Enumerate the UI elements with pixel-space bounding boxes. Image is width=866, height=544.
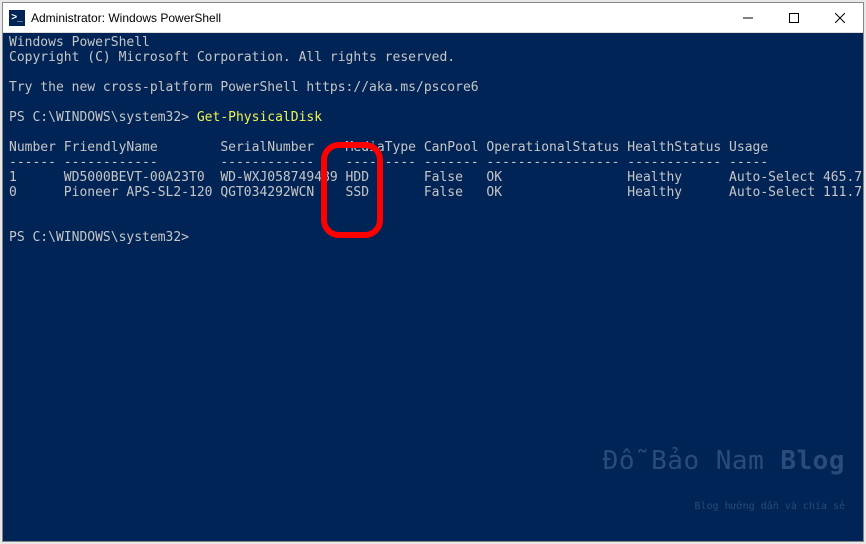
intro-line-1: Windows PowerShell [9, 35, 150, 50]
close-icon [835, 13, 845, 23]
maximize-button[interactable] [771, 3, 817, 33]
terminal-area[interactable]: Windows PowerShell Copyright (C) Microso… [3, 33, 863, 541]
powershell-window: >_ Administrator: Windows PowerShell Win… [2, 2, 864, 542]
close-button[interactable] [817, 3, 863, 33]
prompt-1-command: Get-PhysicalDisk [197, 110, 322, 125]
titlebar[interactable]: >_ Administrator: Windows PowerShell [3, 3, 863, 33]
window-title: Administrator: Windows PowerShell [31, 11, 725, 25]
watermark: Đỗ Bảo Nam Blog Blog hướng dẫn và chia s… [603, 424, 845, 529]
minimize-icon [743, 13, 753, 23]
table-row: 1 WD5000BEVT-00A23T0 WD-WXJ058749489 HDD… [9, 170, 863, 185]
prompt-1-path: PS C:\WINDOWS\system32> [9, 110, 197, 125]
watermark-text-a: Đỗ Bảo Nam [603, 446, 781, 476]
table-divider: ------ ------------ ------------ -------… [9, 155, 863, 170]
watermark-subtext: Blog hướng dẫn và chia sẻ [603, 499, 845, 514]
table-row: 0 Pioneer APS-SL2-120 QGT034292WCN SSD F… [9, 185, 863, 200]
table-header: Number FriendlyName SerialNumber MediaTy… [9, 140, 863, 155]
maximize-icon [789, 13, 799, 23]
intro-line-3: Try the new cross-platform PowerShell ht… [9, 80, 479, 95]
minimize-button[interactable] [725, 3, 771, 33]
intro-line-2: Copyright (C) Microsoft Corporation. All… [9, 50, 455, 65]
prompt-2-path: PS C:\WINDOWS\system32> [9, 230, 197, 245]
watermark-text-b: Blog [780, 446, 845, 476]
window-controls [725, 3, 863, 33]
powershell-icon: >_ [9, 10, 25, 26]
